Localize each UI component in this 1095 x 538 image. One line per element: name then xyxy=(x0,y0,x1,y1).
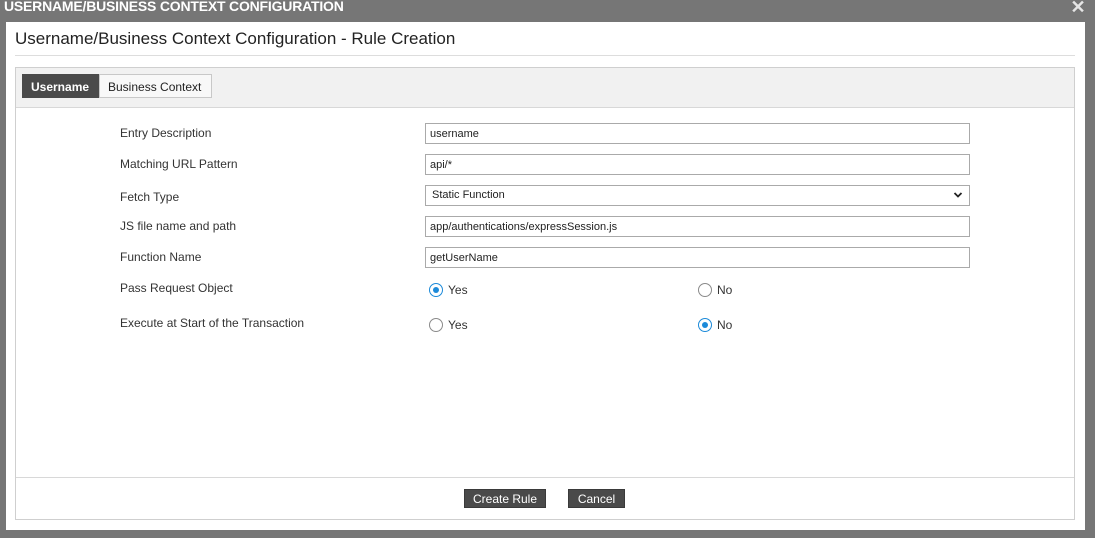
execute-start-no-radio[interactable] xyxy=(698,318,712,332)
function-name-input[interactable] xyxy=(425,247,970,268)
entry-description-label: Entry Description xyxy=(120,126,212,140)
form-panel: Username Business Context Entry Descript… xyxy=(15,67,1075,520)
fetch-type-label: Fetch Type xyxy=(120,190,180,204)
dialog-heading: Username/Business Context Configuration … xyxy=(15,29,456,48)
function-name-label: Function Name xyxy=(120,250,202,264)
execute-start-label: Execute at Start of the Transaction xyxy=(120,316,305,330)
fetch-type-value: Static Function xyxy=(432,189,505,201)
chevron-down-icon xyxy=(953,192,963,198)
fetch-type-select[interactable]: Static Function xyxy=(425,185,970,206)
js-file-label: JS file name and path xyxy=(120,219,237,233)
close-icon[interactable]: ✕ xyxy=(1069,0,1087,16)
heading-divider xyxy=(15,55,1075,56)
tab-strip: Username Business Context xyxy=(16,68,1074,108)
execute-start-no-label: No xyxy=(717,318,733,332)
js-file-input[interactable] xyxy=(425,216,970,237)
pass-request-no-label: No xyxy=(717,283,733,297)
tab-username[interactable]: Username xyxy=(22,74,99,98)
pass-request-no-radio[interactable] xyxy=(698,283,712,297)
footer-divider xyxy=(16,477,1074,478)
tab-business-context[interactable]: Business Context xyxy=(99,74,212,98)
pass-request-label: Pass Request Object xyxy=(120,281,233,295)
create-rule-button[interactable]: Create Rule xyxy=(464,489,546,508)
rule-creation-dialog: Username/Business Context Configuration … xyxy=(6,22,1085,530)
url-pattern-label: Matching URL Pattern xyxy=(120,157,238,171)
entry-description-input[interactable] xyxy=(425,123,970,144)
pass-request-yes-radio[interactable] xyxy=(429,283,443,297)
execute-start-yes-radio[interactable] xyxy=(429,318,443,332)
window-title-bar: USERNAME/BUSINESS CONTEXT CONFIGURATION … xyxy=(0,0,1095,22)
execute-start-yes-label: Yes xyxy=(448,318,468,332)
window-title: USERNAME/BUSINESS CONTEXT CONFIGURATION xyxy=(4,0,344,14)
pass-request-yes-label: Yes xyxy=(448,283,468,297)
url-pattern-input[interactable] xyxy=(425,154,970,175)
cancel-button[interactable]: Cancel xyxy=(568,489,625,508)
